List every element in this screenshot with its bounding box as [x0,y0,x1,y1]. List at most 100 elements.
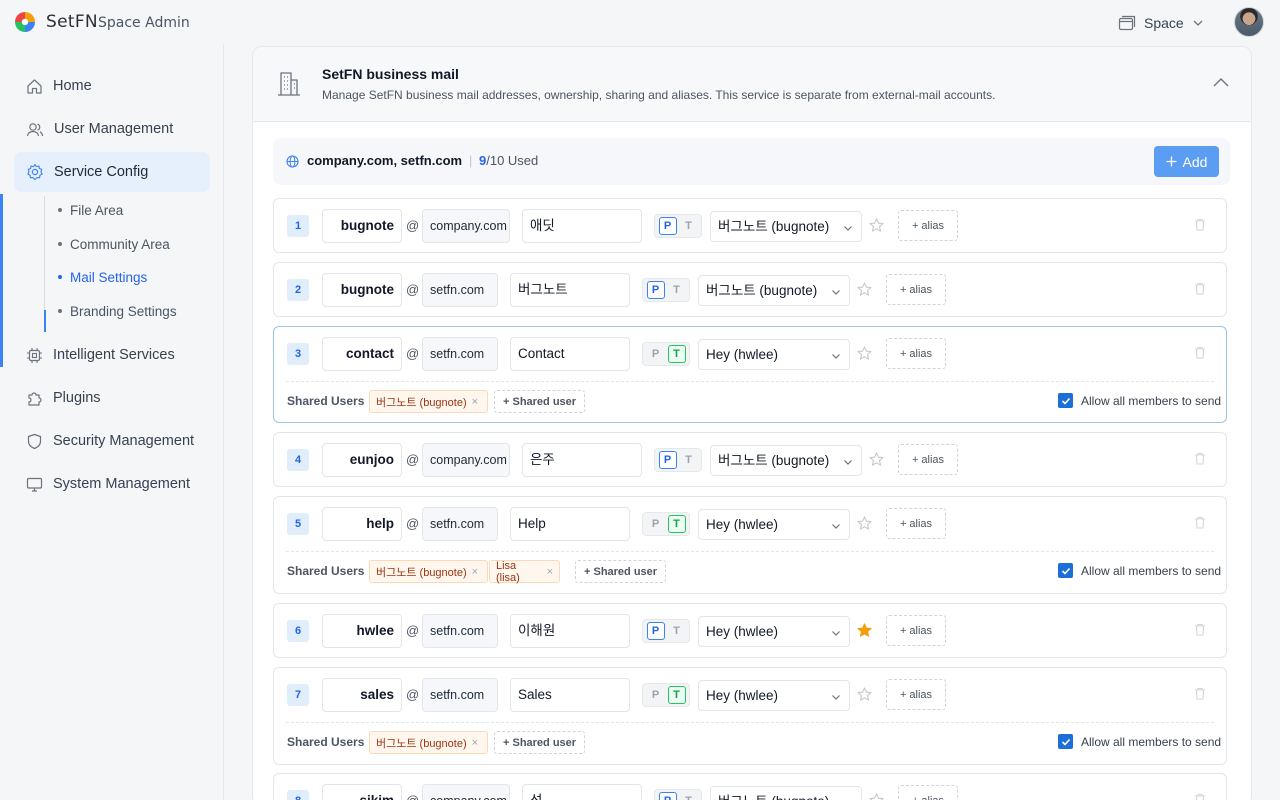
shared-user-chip[interactable]: 버그노트 (bugnote) × [369,731,488,754]
team-toggle[interactable]: T [680,792,698,800]
sidebar-item-system-management[interactable]: System Management [14,464,210,504]
trash-icon[interactable] [1194,282,1206,295]
avatar[interactable] [1234,7,1264,37]
display-name-input[interactable]: 은주 [522,443,642,477]
display-name-input[interactable]: Sales [510,678,630,712]
display-name-input[interactable]: 버그노트 [510,273,630,307]
local-part-input[interactable]: eunjoo [322,443,402,477]
team-toggle[interactable]: T [667,515,686,533]
add-alias-button[interactable]: + alias [886,338,946,369]
add-alias-button[interactable]: + alias [898,785,958,800]
add-shared-user-button[interactable]: + Shared user [494,390,586,413]
trash-icon[interactable] [1194,793,1206,800]
domain-select[interactable]: setfn.com [422,337,498,371]
personal-toggle[interactable]: P [647,345,665,363]
team-toggle[interactable]: T [668,281,686,299]
subitem-community-area[interactable]: Community Area [58,233,170,255]
add-alias-button[interactable]: + alias [886,679,946,710]
owner-select[interactable]: 버그노트 (bugnote) [710,445,862,476]
space-switcher[interactable]: Space [1118,12,1204,34]
star-icon[interactable] [857,516,872,531]
star-icon[interactable] [857,346,872,361]
add-shared-user-button[interactable]: + Shared user [494,731,586,754]
subitem-mail-settings[interactable]: Mail Settings [58,266,147,288]
type-toggle[interactable]: P T [654,448,702,472]
type-toggle[interactable]: P T [642,683,690,707]
owner-select[interactable]: 버그노트 (bugnote) [710,211,862,242]
team-toggle[interactable]: T [668,622,686,640]
shared-user-chip[interactable]: Lisa (lisa) × [489,560,560,584]
add-alias-button[interactable]: + alias [898,210,958,241]
star-icon[interactable] [869,452,884,467]
team-toggle[interactable]: T [680,451,698,469]
close-icon[interactable]: × [547,566,553,578]
display-name-input[interactable]: 이해원 [510,614,630,648]
allow-all-send[interactable]: Allow all members to send [1058,734,1221,749]
domain-select[interactable]: setfn.com [422,507,498,541]
close-icon[interactable]: × [472,566,478,578]
sidebar-item-user-management[interactable]: User Management [14,109,210,149]
personal-toggle[interactable]: P [647,686,665,704]
domain-select[interactable]: setfn.com [422,273,498,307]
personal-toggle[interactable]: P [647,515,665,533]
subitem-branding-settings[interactable]: Branding Settings [58,300,177,322]
shared-user-chip[interactable]: 버그노트 (bugnote) × [369,560,488,583]
add-alias-button[interactable]: + alias [886,615,946,646]
sidebar-item-plugins[interactable]: Plugins [14,378,210,418]
owner-select[interactable]: Hey (hwlee) [698,339,850,370]
star-icon[interactable] [857,623,872,638]
personal-toggle[interactable]: P [658,217,677,235]
domain-select[interactable]: company.com [422,443,510,477]
close-icon[interactable]: × [472,737,478,749]
allow-all-send[interactable]: Allow all members to send [1058,563,1221,578]
owner-select[interactable]: 버그노트 (bugnote) [698,275,850,306]
personal-toggle[interactable]: P [658,792,677,800]
team-toggle[interactable]: T [667,686,686,704]
personal-toggle[interactable]: P [646,622,665,640]
trash-icon[interactable] [1194,623,1206,636]
sidebar-item-intelligent-services[interactable]: Intelligent Services [14,335,210,375]
domain-select[interactable]: setfn.com [422,678,498,712]
local-part-input[interactable]: sales [322,678,402,712]
checkbox[interactable] [1058,563,1073,578]
sidebar-item-home[interactable]: Home [14,66,210,106]
owner-select[interactable]: Hey (hwlee) [698,509,850,540]
domain-select[interactable]: company.com [422,784,510,800]
type-toggle[interactable]: P T [654,214,702,238]
sidebar-item-service-config[interactable]: Service Config [14,152,210,192]
type-toggle[interactable]: P T [654,789,702,800]
add-alias-button[interactable]: + alias [886,274,946,305]
close-icon[interactable]: × [472,396,478,408]
trash-icon[interactable] [1194,452,1206,465]
add-shared-user-button[interactable]: + Shared user [575,560,667,583]
local-part-input[interactable]: help [322,507,402,541]
sidebar-item-security-management[interactable]: Security Management [14,421,210,461]
owner-select[interactable]: 버그노트 (bugnote) [710,786,862,800]
add-alias-button[interactable]: + alias [886,508,946,539]
checkbox[interactable] [1058,393,1073,408]
star-icon[interactable] [857,687,872,702]
add-alias-button[interactable]: + alias [898,444,958,475]
type-toggle[interactable]: P T [642,619,690,643]
personal-toggle[interactable]: P [658,451,677,469]
domain-select[interactable]: company.com [422,209,510,243]
checkbox[interactable] [1058,734,1073,749]
display-name-input[interactable]: Help [510,507,630,541]
star-icon[interactable] [869,793,884,800]
chevron-up-icon[interactable] [1211,73,1231,93]
type-toggle[interactable]: P T [642,278,690,302]
star-icon[interactable] [857,282,872,297]
domain-select[interactable]: setfn.com [422,614,498,648]
local-part-input[interactable]: bugnote [322,209,402,243]
display-name-input[interactable]: Contact [510,337,630,371]
display-name-input[interactable]: 애딧 [522,209,642,243]
local-part-input[interactable]: hwlee [322,614,402,648]
trash-icon[interactable] [1194,346,1206,359]
shared-user-chip[interactable]: 버그노트 (bugnote) × [369,390,488,413]
owner-select[interactable]: Hey (hwlee) [698,680,850,711]
owner-select[interactable]: Hey (hwlee) [698,616,850,647]
personal-toggle[interactable]: P [646,281,665,299]
star-icon[interactable] [869,218,884,233]
local-part-input[interactable]: contact [322,337,402,371]
local-part-input[interactable]: bugnote [322,273,402,307]
